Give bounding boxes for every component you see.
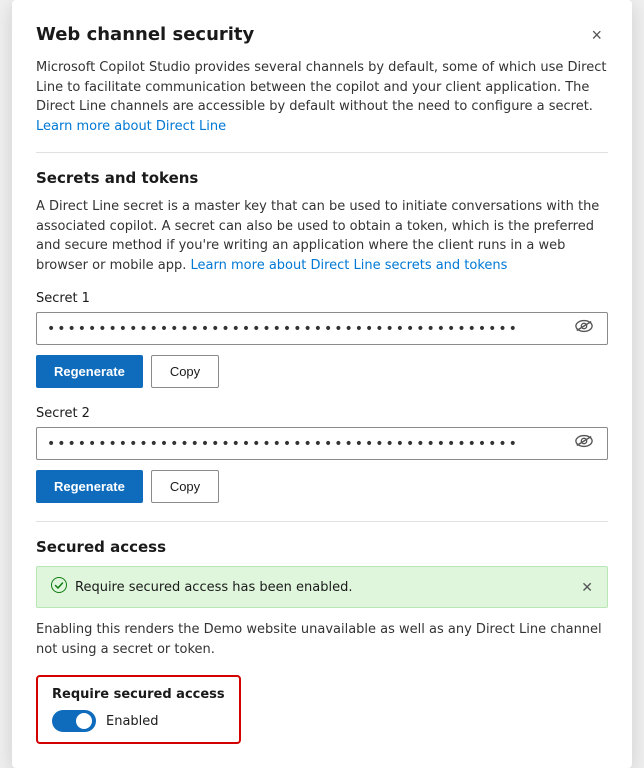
- secret1-copy-button[interactable]: Copy: [151, 355, 219, 388]
- secret2-btn-row: Regenerate Copy: [36, 470, 608, 503]
- secured-access-title: Secured access: [36, 538, 608, 556]
- secret1-input-wrap: ••••••••••••••••••••••••••••••••••••••••…: [36, 312, 608, 345]
- web-channel-security-dialog: Web channel security × Microsoft Copilot…: [12, 0, 632, 768]
- require-secured-access-toggle-box: Require secured access Enabled: [36, 675, 241, 744]
- secret1-value: ••••••••••••••••••••••••••••••••••••••••…: [47, 321, 571, 337]
- dialog-title: Web channel security: [36, 24, 254, 45]
- secret2-show-button[interactable]: [571, 434, 597, 453]
- secret1-show-button[interactable]: [571, 319, 597, 338]
- learn-more-direct-line-link[interactable]: Learn more about Direct Line: [36, 119, 226, 134]
- toggle-state-text: Enabled: [106, 714, 159, 729]
- secret1-regenerate-button[interactable]: Regenerate: [36, 355, 143, 388]
- secret2-copy-button[interactable]: Copy: [151, 470, 219, 503]
- secret1-label: Secret 1: [36, 291, 608, 306]
- secret2-value: ••••••••••••••••••••••••••••••••••••••••…: [47, 436, 571, 452]
- section-divider: [36, 152, 608, 153]
- secret2-label: Secret 2: [36, 406, 608, 421]
- dialog-close-button[interactable]: ×: [585, 24, 608, 46]
- secrets-section-title: Secrets and tokens: [36, 169, 608, 187]
- toggle-label: Require secured access: [52, 687, 225, 702]
- success-banner-text: Require secured access has been enabled.: [75, 580, 352, 595]
- intro-text: Microsoft Copilot Studio provides severa…: [36, 60, 606, 114]
- secrets-tokens-section: Secrets and tokens A Direct Line secret …: [36, 169, 608, 503]
- learn-more-secrets-link[interactable]: Learn more about Direct Line secrets and…: [191, 258, 508, 273]
- success-banner: Require secured access has been enabled.…: [36, 566, 608, 608]
- secured-access-divider: [36, 521, 608, 522]
- secrets-section-desc: A Direct Line secret is a master key tha…: [36, 197, 608, 275]
- secret2-regenerate-button[interactable]: Regenerate: [36, 470, 143, 503]
- intro-paragraph: Microsoft Copilot Studio provides severa…: [36, 58, 608, 136]
- secret2-input-wrap: ••••••••••••••••••••••••••••••••••••••••…: [36, 427, 608, 460]
- secured-access-toggle[interactable]: [52, 710, 96, 732]
- success-banner-content: Require secured access has been enabled.: [51, 577, 352, 597]
- toggle-row: Enabled: [52, 710, 225, 732]
- success-check-icon: [51, 577, 67, 597]
- success-banner-close-button[interactable]: ✕: [581, 579, 593, 596]
- secured-access-section: Secured access Require secured access ha…: [36, 538, 608, 744]
- dialog-header: Web channel security ×: [36, 24, 608, 46]
- toggle-thumb: [76, 713, 92, 729]
- secret1-btn-row: Regenerate Copy: [36, 355, 608, 388]
- secured-access-desc: Enabling this renders the Demo website u…: [36, 620, 608, 659]
